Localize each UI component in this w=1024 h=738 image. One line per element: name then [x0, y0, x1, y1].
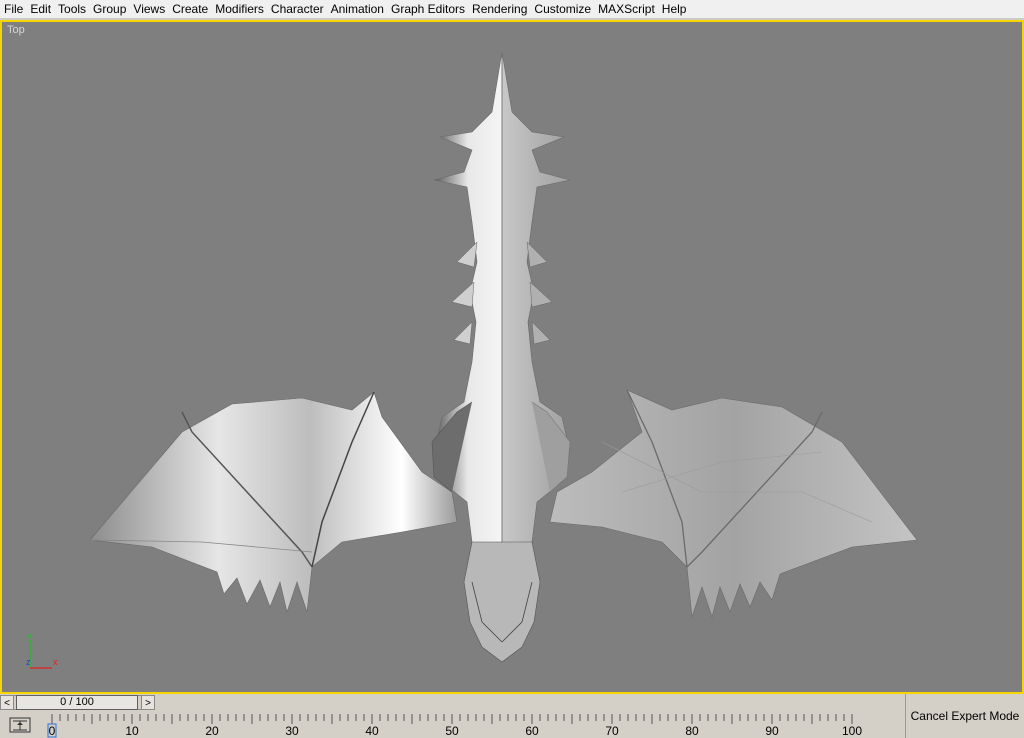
axis-tripod-icon: y z x — [22, 630, 66, 676]
time-slider-thumb[interactable]: 0 / 100 — [16, 695, 138, 710]
trackbar-label: 80 — [685, 724, 699, 738]
trackbar-ruler[interactable] — [44, 714, 904, 724]
axis-y-label: y — [27, 631, 32, 641]
menu-bar: File Edit Tools Group Views Create Modif… — [0, 0, 1024, 19]
trackbar-label: 70 — [605, 724, 619, 738]
time-slider-next-button[interactable]: > — [141, 695, 155, 710]
trackbar-label: 50 — [445, 724, 459, 738]
menu-edit[interactable]: Edit — [26, 1, 54, 17]
menu-tools[interactable]: Tools — [54, 1, 89, 17]
trackbar-label: 30 — [285, 724, 299, 738]
dragon-model[interactable] — [2, 22, 1022, 692]
trackbar-label: 100 — [842, 724, 862, 738]
trackbar[interactable]: 0 10 20 30 40 50 60 70 80 90 100 — [44, 714, 904, 738]
menu-modifiers[interactable]: Modifiers — [211, 1, 267, 17]
trackbar-label: 20 — [205, 724, 219, 738]
time-slider-prev-button[interactable]: < — [0, 695, 14, 710]
menu-create[interactable]: Create — [168, 1, 211, 17]
trackbar-label: 60 — [525, 724, 539, 738]
top-viewport[interactable]: Top y z x — [0, 20, 1024, 694]
menu-group[interactable]: Group — [89, 1, 129, 17]
trackbar-label: 10 — [125, 724, 139, 738]
right-wing — [549, 389, 918, 619]
timeline-panel: < 0 / 100 > 0 10 20 30 40 50 60 70 80 90 100 Cance… — [0, 694, 1024, 738]
menu-graph-editors[interactable]: Graph Editors — [387, 1, 468, 17]
left-wing — [89, 391, 458, 614]
axis-z-label: z — [26, 657, 31, 667]
menu-help[interactable]: Help — [658, 1, 690, 17]
menu-character[interactable]: Character — [267, 1, 327, 17]
menu-rendering[interactable]: Rendering — [468, 1, 530, 17]
cancel-expert-mode-button[interactable]: Cancel Expert Mode — [905, 694, 1024, 738]
menu-views[interactable]: Views — [129, 1, 168, 17]
menu-file[interactable]: File — [0, 1, 26, 17]
trackbar-label: 40 — [365, 724, 379, 738]
key-filter-icon[interactable] — [8, 716, 32, 734]
trackbar-label: 0 — [49, 724, 56, 738]
menu-customize[interactable]: Customize — [530, 1, 594, 17]
menu-maxscript[interactable]: MAXScript — [594, 1, 658, 17]
menu-animation[interactable]: Animation — [327, 1, 387, 17]
trackbar-label: 90 — [765, 724, 779, 738]
axis-x-label: x — [53, 657, 58, 667]
dragon-body — [431, 51, 571, 663]
time-slider[interactable]: < 0 / 100 > — [0, 695, 155, 711]
